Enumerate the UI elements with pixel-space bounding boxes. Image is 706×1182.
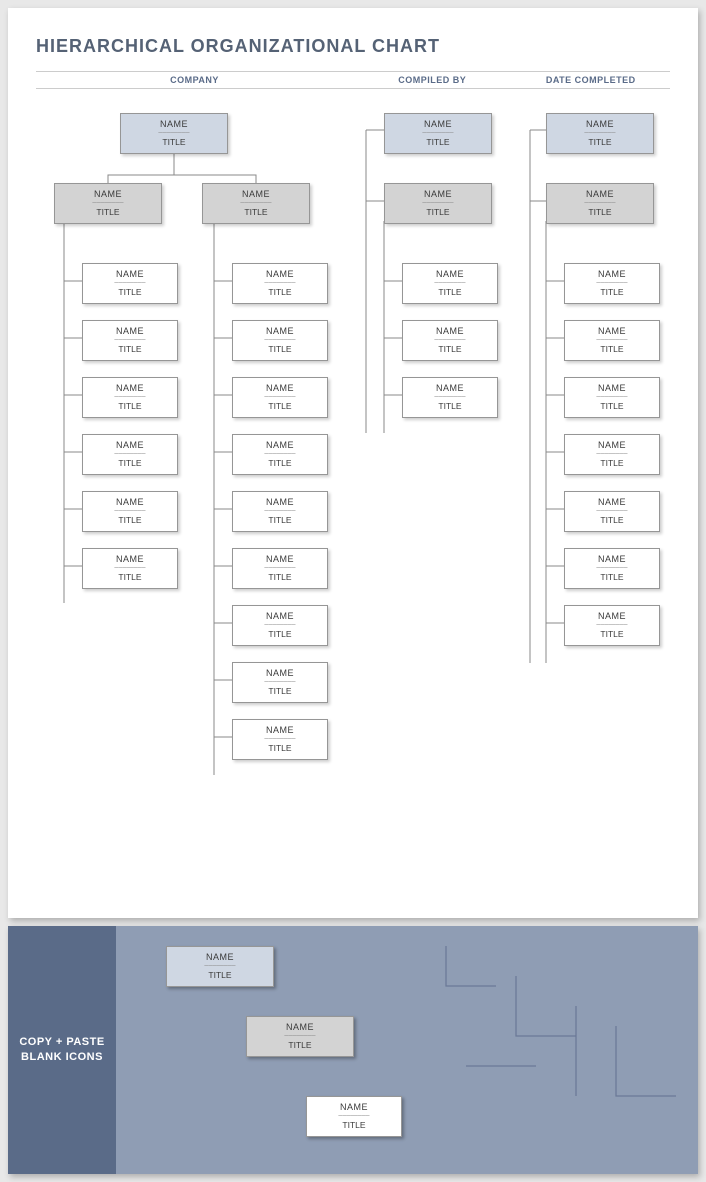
chart-canvas: NAME –––––––– TITLE NAME –––––––– TITLE … bbox=[36, 103, 670, 903]
node-c-1[interactable]: NAME––––––––TITLE bbox=[564, 263, 660, 304]
node-c-3[interactable]: NAME––––––––TITLE bbox=[564, 377, 660, 418]
node-name: NAME bbox=[125, 119, 223, 129]
icon-node-grey[interactable]: NAME––––––––TITLE bbox=[246, 1016, 354, 1057]
node-c-6[interactable]: NAME––––––––TITLE bbox=[564, 548, 660, 589]
node-b-2[interactable]: NAME––––––––TITLE bbox=[402, 320, 498, 361]
meta-compiled: COMPILED BY bbox=[353, 75, 512, 85]
node-sep: –––––––– bbox=[125, 130, 223, 136]
node-c-2[interactable]: NAME––––––––TITLE bbox=[564, 320, 660, 361]
node-a-right-1[interactable]: NAME––––––––TITLE bbox=[232, 263, 328, 304]
icon-node-white[interactable]: NAME––––––––TITLE bbox=[306, 1096, 402, 1137]
node-a-left-4[interactable]: NAME––––––––TITLE bbox=[82, 434, 178, 475]
node-a-mid-right[interactable]: NAME –––––––– TITLE bbox=[202, 183, 310, 224]
node-b-1[interactable]: NAME––––––––TITLE bbox=[402, 263, 498, 304]
icons-sheet: COPY + PASTE BLANK ICONS NAME––––––––TIT… bbox=[8, 926, 698, 1174]
chart-sheet: HIERARCHICAL ORGANIZATIONAL CHART COMPAN… bbox=[8, 8, 698, 918]
node-b-mid[interactable]: NAME––––––––TITLE bbox=[384, 183, 492, 224]
node-a-right-8[interactable]: NAME––––––––TITLE bbox=[232, 662, 328, 703]
node-a-right-2[interactable]: NAME––––––––TITLE bbox=[232, 320, 328, 361]
node-a-left-3[interactable]: NAME––––––––TITLE bbox=[82, 377, 178, 418]
meta-date: DATE COMPLETED bbox=[512, 75, 671, 85]
meta-row: COMPANY COMPILED BY DATE COMPLETED bbox=[36, 71, 670, 89]
node-a-left-2[interactable]: NAME––––––––TITLE bbox=[82, 320, 178, 361]
node-b-root[interactable]: NAME––––––––TITLE bbox=[384, 113, 492, 154]
node-c-5[interactable]: NAME––––––––TITLE bbox=[564, 491, 660, 532]
icons-panel-label: COPY + PASTE BLANK ICONS bbox=[8, 926, 116, 1174]
node-a-right-4[interactable]: NAME––––––––TITLE bbox=[232, 434, 328, 475]
node-a-root[interactable]: NAME –––––––– TITLE bbox=[120, 113, 228, 154]
page-title: HIERARCHICAL ORGANIZATIONAL CHART bbox=[8, 8, 698, 67]
meta-company: COMPANY bbox=[36, 75, 353, 85]
node-title: TITLE bbox=[125, 137, 223, 147]
node-c-7[interactable]: NAME––––––––TITLE bbox=[564, 605, 660, 646]
node-a-left-6[interactable]: NAME––––––––TITLE bbox=[82, 548, 178, 589]
node-a-right-9[interactable]: NAME––––––––TITLE bbox=[232, 719, 328, 760]
node-a-right-5[interactable]: NAME––––––––TITLE bbox=[232, 491, 328, 532]
node-b-3[interactable]: NAME––––––––TITLE bbox=[402, 377, 498, 418]
node-a-right-6[interactable]: NAME––––––––TITLE bbox=[232, 548, 328, 589]
node-a-left-1[interactable]: NAME––––––––TITLE bbox=[82, 263, 178, 304]
node-a-left-5[interactable]: NAME––––––––TITLE bbox=[82, 491, 178, 532]
icons-line1: COPY + PASTE bbox=[19, 1036, 104, 1048]
icon-node-blue[interactable]: NAME––––––––TITLE bbox=[166, 946, 274, 987]
icons-line2: BLANK ICONS bbox=[21, 1051, 103, 1063]
node-c-mid[interactable]: NAME––––––––TITLE bbox=[546, 183, 654, 224]
node-c-root[interactable]: NAME––––––––TITLE bbox=[546, 113, 654, 154]
node-a-mid-left[interactable]: NAME –––––––– TITLE bbox=[54, 183, 162, 224]
node-a-right-3[interactable]: NAME––––––––TITLE bbox=[232, 377, 328, 418]
icons-canvas: NAME––––––––TITLE NAME––––––––TITLE NAME… bbox=[116, 926, 698, 1174]
node-c-4[interactable]: NAME––––––––TITLE bbox=[564, 434, 660, 475]
node-a-right-7[interactable]: NAME––––––––TITLE bbox=[232, 605, 328, 646]
